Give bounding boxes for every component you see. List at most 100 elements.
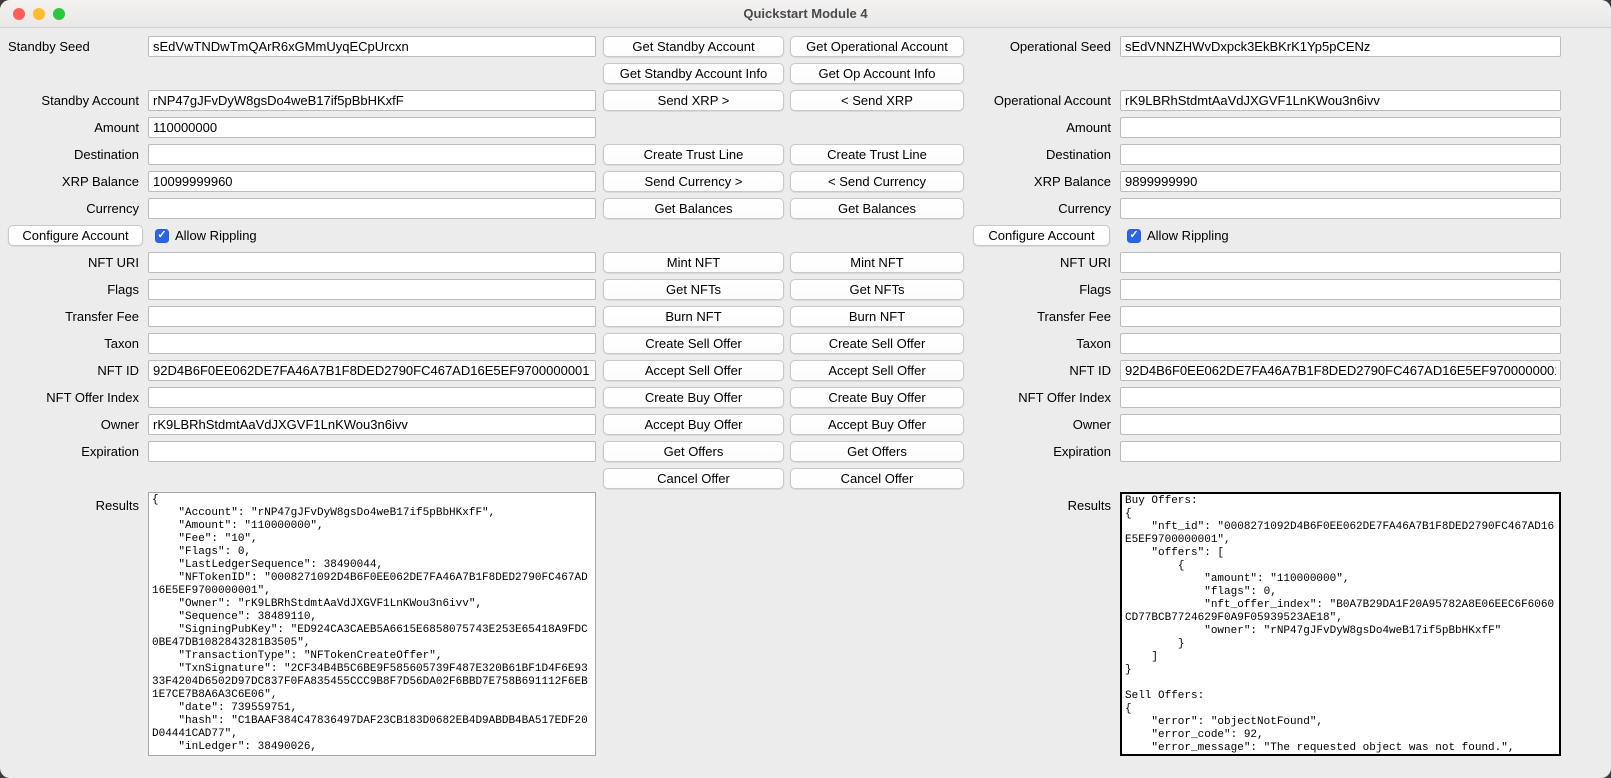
row-amount: Amount Amount [0,114,1611,141]
minimize-button[interactable] [33,8,45,20]
operational-get-offers-button[interactable]: Get Offers [790,441,964,462]
standby-owner-label: Owner [0,417,143,432]
row-taxon: Taxon Create Sell Offer Create Sell Offe… [0,330,1611,357]
check-icon: ✓ [157,230,166,241]
operational-seed-label: Operational Seed [970,39,1115,54]
operational-create-trust-line-button[interactable]: Create Trust Line [790,144,964,165]
row-flags: Flags Get NFTs Get NFTs Flags [0,276,1611,303]
standby-get-nfts-button[interactable]: Get NFTs [603,279,784,300]
standby-allow-rippling-group: ✓ Allow Rippling [148,228,596,243]
operational-amount-input[interactable] [1120,117,1561,138]
standby-expiration-input[interactable] [148,441,596,462]
standby-burn-nft-button[interactable]: Burn NFT [603,306,784,327]
operational-currency-input[interactable] [1120,198,1561,219]
standby-results-label: Results [0,492,143,513]
operational-expiration-input[interactable] [1120,441,1561,462]
row-currency: Currency Get Balances Get Balances Curre… [0,195,1611,222]
operational-results-textarea[interactable]: Buy Offers: { "nft_id": "0008271092D4B6F… [1120,492,1561,756]
standby-send-currency-button[interactable]: Send Currency > [603,171,784,192]
standby-accept-sell-offer-button[interactable]: Accept Sell Offer [603,360,784,381]
operational-nft-uri-input[interactable] [1120,252,1561,273]
operational-flags-input[interactable] [1120,279,1561,300]
standby-get-offers-button[interactable]: Get Offers [603,441,784,462]
operational-nft-id-input[interactable] [1120,360,1561,381]
operational-transfer-fee-input[interactable] [1120,306,1561,327]
close-button[interactable] [13,8,25,20]
standby-flags-label: Flags [0,282,143,297]
operational-create-sell-offer-button[interactable]: Create Sell Offer [790,333,964,354]
operational-taxon-input[interactable] [1120,333,1561,354]
operational-nft-offer-index-input[interactable] [1120,387,1561,408]
operational-results-label: Results [970,492,1115,513]
operational-xrp-balance-input[interactable] [1120,171,1561,192]
row-nft-offer-index: NFT Offer Index Create Buy Offer Create … [0,384,1611,411]
operational-nft-offer-index-label: NFT Offer Index [970,390,1115,405]
operational-nft-id-label: NFT ID [970,363,1115,378]
standby-expiration-label: Expiration [0,444,143,459]
standby-transfer-fee-input[interactable] [148,306,596,327]
operational-mint-nft-button[interactable]: Mint NFT [790,252,964,273]
standby-destination-label: Destination [0,147,143,162]
standby-get-balances-button[interactable]: Get Balances [603,198,784,219]
standby-owner-input[interactable] [148,414,596,435]
row-account: Standby Account Send XRP > < Send XRP Op… [0,87,1611,114]
standby-mint-nft-button[interactable]: Mint NFT [603,252,784,273]
operational-cancel-offer-button[interactable]: Cancel Offer [790,468,964,489]
standby-amount-input[interactable] [148,117,596,138]
standby-create-sell-offer-button[interactable]: Create Sell Offer [603,333,784,354]
standby-xrp-balance-input[interactable] [148,171,596,192]
row-nft-uri: NFT URI Mint NFT Mint NFT NFT URI [0,249,1611,276]
get-standby-account-button[interactable]: Get Standby Account [603,36,784,57]
operational-allow-rippling-checkbox[interactable]: ✓ [1127,229,1141,243]
standby-results-textarea[interactable]: { "Account": "rNP47gJFvDyW8gsDo4weB17if5… [148,492,596,756]
standby-account-input[interactable] [148,90,596,111]
standby-taxon-label: Taxon [0,336,143,351]
standby-allow-rippling-checkbox[interactable]: ✓ [155,229,169,243]
standby-taxon-input[interactable] [148,333,596,354]
operational-currency-label: Currency [970,201,1115,216]
operational-create-buy-offer-button[interactable]: Create Buy Offer [790,387,964,408]
operational-accept-sell-offer-button[interactable]: Accept Sell Offer [790,360,964,381]
standby-nft-id-input[interactable] [148,360,596,381]
operational-get-balances-button[interactable]: Get Balances [790,198,964,219]
standby-destination-input[interactable] [148,144,596,165]
operational-send-xrp-button[interactable]: < Send XRP [790,90,964,111]
standby-nft-uri-input[interactable] [148,252,596,273]
standby-create-trust-line-button[interactable]: Create Trust Line [603,144,784,165]
check-icon: ✓ [1129,230,1138,241]
row-owner: Owner Accept Buy Offer Accept Buy Offer … [0,411,1611,438]
operational-accept-buy-offer-button[interactable]: Accept Buy Offer [790,414,964,435]
standby-nft-offer-index-input[interactable] [148,387,596,408]
standby-seed-input[interactable] [148,36,596,57]
standby-configure-account-button[interactable]: Configure Account [8,225,143,246]
operational-seed-input[interactable] [1120,36,1561,57]
operational-destination-input[interactable] [1120,144,1561,165]
row-account-info-buttons: Get Standby Account Info Get Op Account … [0,60,1611,87]
operational-burn-nft-button[interactable]: Burn NFT [790,306,964,327]
standby-send-xrp-button[interactable]: Send XRP > [603,90,784,111]
standby-cancel-offer-button[interactable]: Cancel Offer [603,468,784,489]
operational-configure-account-button[interactable]: Configure Account [973,225,1110,246]
standby-account-label: Standby Account [0,93,143,108]
operational-send-currency-button[interactable]: < Send Currency [790,171,964,192]
standby-accept-buy-offer-button[interactable]: Accept Buy Offer [603,414,784,435]
zoom-button[interactable] [53,8,65,20]
operational-get-nfts-button[interactable]: Get NFTs [790,279,964,300]
standby-transfer-fee-label: Transfer Fee [0,309,143,324]
standby-amount-label: Amount [0,120,143,135]
get-op-account-info-button[interactable]: Get Op Account Info [790,63,964,84]
row-configure: Configure Account ✓ Allow Rippling Confi… [0,222,1611,249]
standby-currency-input[interactable] [148,198,596,219]
operational-owner-input[interactable] [1120,414,1561,435]
operational-destination-label: Destination [970,147,1115,162]
operational-amount-label: Amount [970,120,1115,135]
row-destination: Destination Create Trust Line Create Tru… [0,141,1611,168]
row-xrp-balance: XRP Balance Send Currency > < Send Curre… [0,168,1611,195]
standby-flags-input[interactable] [148,279,596,300]
get-standby-account-info-button[interactable]: Get Standby Account Info [603,63,784,84]
operational-account-input[interactable] [1120,90,1561,111]
row-results: Results { "Account": "rNP47gJFvDyW8gsDo4… [0,492,1611,756]
row-seed: Standby Seed Get Standby Account Get Ope… [0,33,1611,60]
standby-create-buy-offer-button[interactable]: Create Buy Offer [603,387,784,408]
get-operational-account-button[interactable]: Get Operational Account [790,36,964,57]
